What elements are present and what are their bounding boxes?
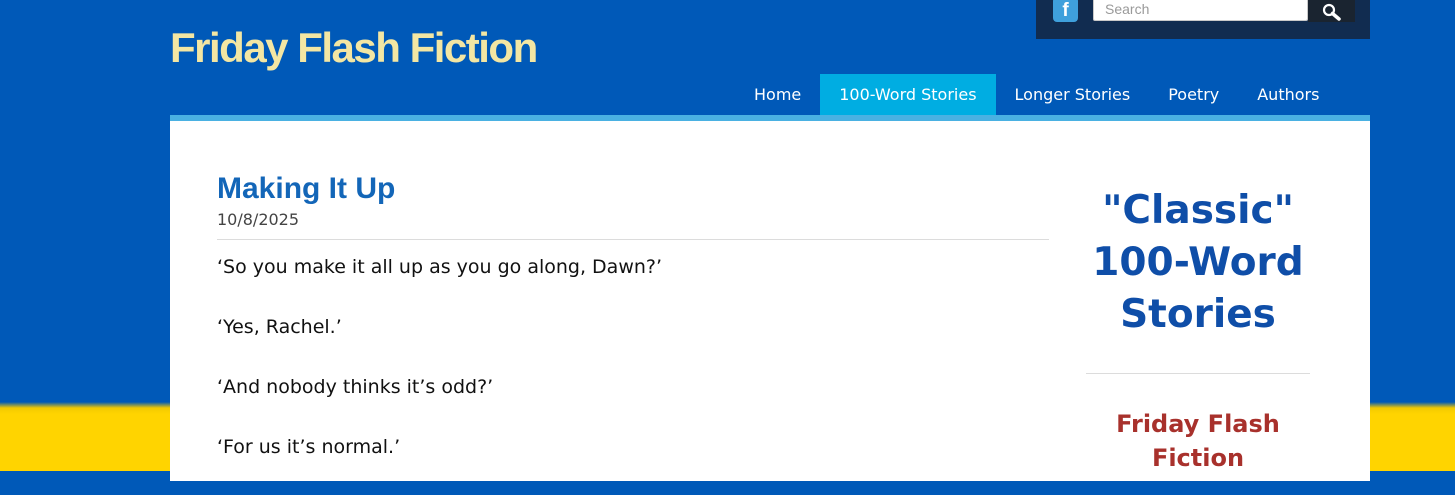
- post-body: ‘So you make it all up as you go along, …: [217, 255, 1049, 495]
- story-paragraph: ‘Yes, Rachel.’: [217, 316, 342, 338]
- search-input[interactable]: [1093, 0, 1308, 21]
- search-button[interactable]: [1308, 0, 1355, 22]
- divider: [217, 239, 1049, 240]
- nav-authors[interactable]: Authors: [1238, 74, 1338, 115]
- site-title[interactable]: Friday Flash Fiction: [170, 24, 538, 72]
- nav-poetry[interactable]: Poetry: [1149, 74, 1238, 115]
- search-icon: [1322, 3, 1341, 21]
- nav-100-word-stories[interactable]: 100-Word Stories: [820, 74, 996, 115]
- nav-home[interactable]: Home: [735, 74, 820, 115]
- main-nav: Home 100-Word Stories Longer Stories Poe…: [735, 74, 1338, 115]
- story-paragraph: ‘So you make it all up as you go along, …: [217, 256, 663, 278]
- story-paragraph: ‘For us it’s normal.’: [217, 436, 401, 458]
- story-paragraph: ‘And nobody thinks it’s odd?’: [217, 376, 494, 398]
- post-date: 10/8/2025: [217, 210, 300, 229]
- sidebar-divider: [1086, 373, 1310, 374]
- top-bar: f: [1036, 0, 1370, 39]
- content-panel: Making It Up 10/8/2025 ‘So you make it a…: [170, 121, 1370, 481]
- facebook-icon[interactable]: f: [1053, 0, 1078, 22]
- sidebar-heading: "Classic" 100-Word Stories: [1092, 188, 1304, 337]
- nav-longer-stories[interactable]: Longer Stories: [996, 74, 1150, 115]
- post-title[interactable]: Making It Up: [217, 172, 395, 206]
- sidebar-subheading: Friday Flash Fiction: [1116, 410, 1280, 472]
